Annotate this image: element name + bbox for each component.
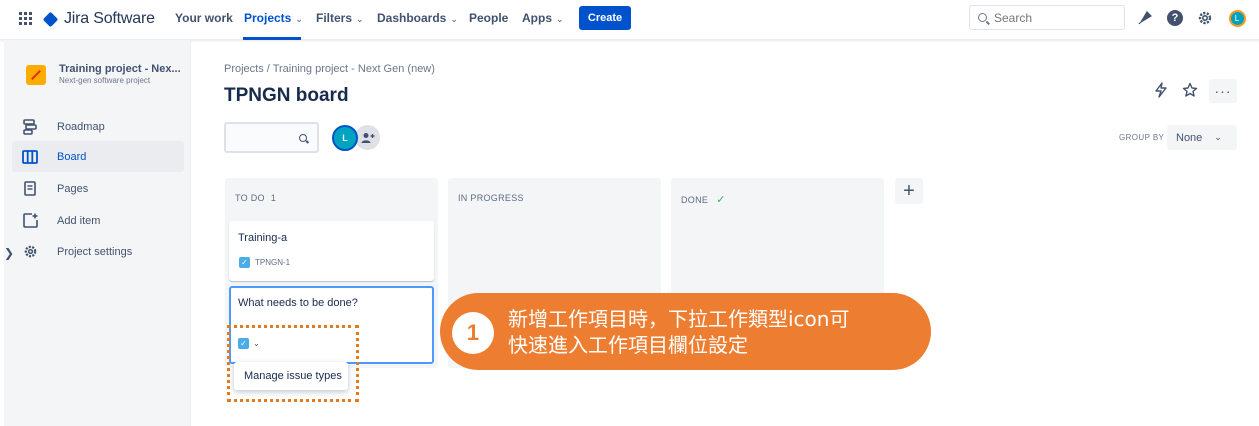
- column-title: DONE: [681, 194, 709, 205]
- search-input[interactable]: [994, 10, 1114, 25]
- add-people-icon[interactable]: [355, 125, 380, 150]
- chevron-down-icon: ⌄: [556, 14, 564, 24]
- callout-number: 1: [452, 312, 494, 354]
- sidebar-item-label: Pages: [57, 182, 89, 195]
- sidebar-collapse-icon[interactable]: ❯: [4, 246, 14, 260]
- project-type: Next-gen software project: [59, 76, 151, 85]
- task-type-icon: ✓: [239, 257, 250, 268]
- brand-name: Jira Software: [64, 10, 155, 27]
- sidebar-item-add-item[interactable]: Add item: [12, 205, 184, 236]
- group-by-label: GROUP BY: [1119, 133, 1165, 142]
- pages-icon: [22, 181, 38, 197]
- column-count: 1: [270, 193, 277, 203]
- search-icon: [299, 133, 307, 142]
- page-title: TPNGN board: [224, 85, 349, 106]
- profile-avatar[interactable]: L: [1228, 9, 1246, 27]
- assignee-avatar[interactable]: L: [332, 125, 358, 151]
- settings-gear-icon: [22, 244, 38, 260]
- nav-your-work[interactable]: Your work: [175, 11, 233, 25]
- chevron-down-icon: ⌄: [295, 14, 303, 24]
- help-glyph: ?: [1167, 10, 1183, 26]
- roadmap-icon: [22, 118, 38, 135]
- sidebar-item-project-settings[interactable]: Project settings: [12, 236, 184, 267]
- project-sidebar: Training project - Nex... Next-gen softw…: [4, 40, 191, 426]
- top-navigation: Jira Software Your work Projects ⌄ Filter…: [0, 0, 1259, 40]
- group-by-value: None: [1176, 131, 1203, 144]
- callout-text-line-2: 快速進入工作項目欄位設定: [508, 333, 748, 357]
- breadcrumb[interactable]: Projects / Training project - Next Gen (…: [224, 63, 435, 75]
- nav-people[interactable]: People: [469, 11, 508, 25]
- nav-dashboards-label: Dashboards: [377, 11, 447, 25]
- avatar-top-initial: L: [1228, 9, 1246, 27]
- sidebar-item-pages[interactable]: Pages: [12, 173, 184, 204]
- settings-gear-icon[interactable]: [1196, 9, 1214, 27]
- lightning-icon[interactable]: [1152, 81, 1170, 99]
- global-search[interactable]: [969, 5, 1125, 30]
- help-icon[interactable]: ?: [1166, 9, 1184, 27]
- issue-title: Training-a: [238, 232, 288, 244]
- project-name[interactable]: Training project - Nex...: [59, 63, 181, 75]
- search-icon: [978, 13, 987, 22]
- column-header: TO DO 1: [235, 193, 276, 203]
- project-avatar-icon: [26, 65, 46, 85]
- chevron-down-icon: ⌄: [450, 14, 458, 24]
- jira-logo[interactable]: Jira Software: [42, 9, 155, 29]
- add-item-icon: [22, 213, 38, 229]
- star-icon[interactable]: [1181, 81, 1199, 99]
- callout-annotation: 1 新增工作項目時，下拉工作類型icon可 快速進入工作項目欄位設定: [440, 293, 931, 370]
- sidebar-item-label: Project settings: [57, 245, 133, 258]
- nav-apps[interactable]: Apps ⌄: [522, 11, 564, 25]
- group-by-select[interactable]: None ⌄: [1167, 125, 1237, 150]
- done-check-icon: ✓: [716, 194, 726, 206]
- app-switcher-icon[interactable]: [19, 12, 32, 25]
- chevron-down-icon: ⌄: [356, 14, 364, 24]
- jira-diamond-icon: [42, 11, 59, 27]
- sidebar-item-label: Board: [57, 150, 87, 163]
- sidebar-item-label: Add item: [57, 214, 101, 227]
- notifications-icon[interactable]: [1136, 9, 1154, 27]
- create-button[interactable]: Create: [579, 6, 631, 30]
- column-title: IN PROGRESS: [458, 193, 524, 203]
- board-icon: [22, 149, 38, 165]
- nav-projects[interactable]: Projects ⌄: [244, 11, 303, 25]
- column-header: DONE ✓: [681, 193, 726, 206]
- sidebar-item-board[interactable]: Board: [12, 141, 184, 172]
- active-nav-indicator: [243, 37, 301, 40]
- add-column-button[interactable]: +: [895, 178, 923, 204]
- nav-filters-label: Filters: [316, 11, 353, 25]
- nav-filters[interactable]: Filters ⌄: [316, 11, 364, 25]
- issue-card[interactable]: Training-a ✓ TPNGN-1: [229, 221, 434, 281]
- column-header: IN PROGRESS: [458, 193, 524, 203]
- issue-key-text: TPNGN-1: [255, 258, 291, 267]
- column-title: TO DO: [235, 193, 265, 203]
- board-search-input[interactable]: [224, 122, 319, 153]
- more-actions-button[interactable]: ···: [1209, 79, 1237, 103]
- nav-projects-label: Projects: [244, 11, 292, 25]
- nav-apps-label: Apps: [522, 11, 552, 25]
- chevron-down-icon: ⌄: [1214, 132, 1222, 142]
- sidebar-item-roadmap[interactable]: Roadmap: [12, 111, 184, 142]
- issue-key: ✓ TPNGN-1: [239, 257, 290, 268]
- sidebar-item-label: Roadmap: [57, 120, 105, 133]
- callout-text-line-1: 新增工作項目時，下拉工作類型icon可: [508, 307, 850, 331]
- highlight-annotation-box: [227, 325, 359, 402]
- nav-dashboards[interactable]: Dashboards ⌄: [377, 11, 458, 25]
- new-issue-placeholder[interactable]: What needs to be done?: [238, 297, 358, 309]
